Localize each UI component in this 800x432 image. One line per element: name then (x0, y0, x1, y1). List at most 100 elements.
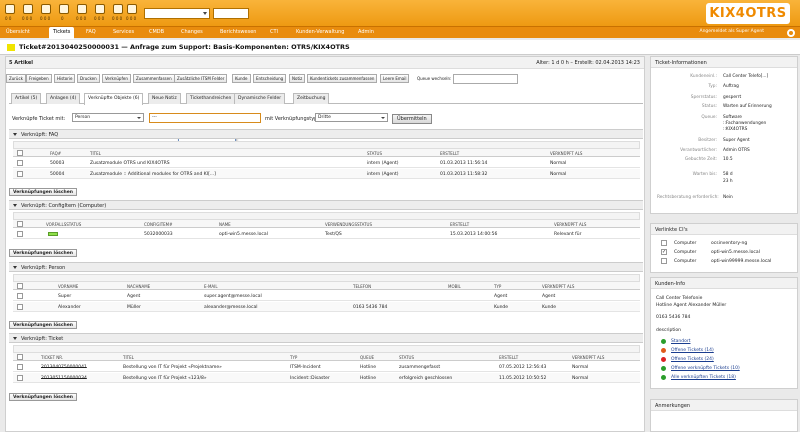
ci-name-link[interactable]: opti-win99999.messe.local (711, 259, 771, 264)
row-checkbox[interactable] (17, 160, 23, 166)
ci-name-link[interactable]: opti-win5.messe.local (711, 250, 760, 255)
locked-tickets-icon[interactable] (5, 4, 15, 14)
row-checkbox[interactable] (17, 293, 23, 299)
table-row[interactable]: 50003 Zusatzmodule OTRS und KIX4OTRS int… (13, 158, 640, 168)
nav-item-reporting[interactable]: Berichtswesen (220, 29, 256, 35)
person-email[interactable]: alexander@messe.local (204, 305, 257, 310)
person-email[interactable]: super.agent@messe.local (204, 294, 262, 299)
escalated-tickets-icon[interactable] (59, 4, 69, 14)
row-checkbox[interactable] (17, 375, 23, 381)
delete-links-button[interactable]: Verknüpfungen löschen (9, 188, 77, 196)
queue-change-select[interactable] (453, 74, 518, 84)
submit-button[interactable]: Übermitteln (392, 114, 432, 124)
table-row[interactable]: Alexander Müller alexander@messe.local 0… (13, 302, 640, 312)
release-button[interactable]: Freigeben (26, 74, 52, 83)
table-row[interactable]: 5032000033 opti-win5.messe.local Test/QS… (13, 229, 640, 239)
link-search-input[interactable]: --- (149, 113, 261, 123)
table-row[interactable]: 2013051150000034 Bestellung von IT für P… (13, 373, 640, 383)
nav-item-overview[interactable]: Übersicht (6, 29, 30, 35)
customer-link-all-linked-tickets[interactable]: Alle verknüpften Tickets (18) (671, 375, 736, 380)
info-row: Typ: Auftrag (651, 84, 797, 92)
print-button[interactable]: Drucken (77, 74, 100, 83)
faq-title-link[interactable]: Zusatzmodule :: Additional modules for O… (90, 172, 216, 177)
select-all-checkbox[interactable] (17, 283, 23, 289)
toolbar-count: 0 0 0 (76, 16, 87, 21)
responsible-tickets-icon[interactable] (41, 4, 51, 14)
section-linked-ticket[interactable]: Verknüpft: Ticket (9, 333, 643, 343)
select-all-checkbox[interactable] (17, 354, 23, 360)
history-button[interactable]: Historie (54, 74, 76, 83)
customer-link-open-tickets[interactable]: Offene Tickets (14) (671, 348, 714, 353)
note-button[interactable]: Notiz (289, 74, 306, 83)
tab-time-accounting[interactable]: Zeitbuchung (293, 93, 330, 104)
delete-links-button[interactable]: Verknüpfungen löschen (9, 249, 77, 257)
nav-item-faq[interactable]: FAQ (86, 29, 96, 35)
delete-links-button[interactable]: Verknüpfungen löschen (9, 393, 77, 401)
configitem-name-link[interactable]: opti-win5.messe.local (219, 232, 268, 237)
link-button[interactable]: Verknüpfen (102, 74, 131, 83)
link-object-select[interactable]: Person (72, 113, 144, 122)
section-linked-configitem[interactable]: Verknüpft: ConfigItem (Computer) (9, 200, 643, 210)
ci-name-link[interactable]: ocsinventory-ng (711, 241, 747, 246)
toolbar-search-input[interactable] (213, 8, 249, 19)
row-checkbox[interactable] (17, 304, 23, 310)
ticket-age: Alter: 1 d 0 h – Erstellt: 02.04.2013 14… (536, 60, 640, 66)
search-tickets-icon[interactable] (113, 4, 123, 14)
new-email-ticket-icon[interactable] (95, 4, 105, 14)
customer-link-open-tickets-2[interactable]: Offene Tickets (24) (671, 357, 714, 362)
section-linked-person[interactable]: Verknüpft: Person (9, 262, 643, 272)
ci-type: Computer (674, 241, 697, 246)
tab-ticket-handouts[interactable]: Tickethandreichen (186, 93, 236, 104)
row-checkbox[interactable] (17, 231, 23, 237)
tab-new-note[interactable]: Neue Notiz (148, 93, 181, 104)
tab-attachments[interactable]: Anlagen (4) (46, 93, 81, 104)
select-all-checkbox[interactable] (17, 221, 23, 227)
tab-articles[interactable]: Artikel (5) (11, 93, 42, 104)
faq-status: intern (Agent) (367, 172, 399, 177)
delete-links-button[interactable]: Verknüpfungen löschen (9, 321, 77, 329)
ticket-queue: Hotline (360, 376, 377, 381)
gear-icon[interactable] (787, 29, 795, 37)
table-row[interactable]: 2013040750000041 Bestellung von IT für P… (13, 362, 640, 372)
watched-tickets-icon[interactable] (23, 4, 33, 14)
tab-linked-objects[interactable]: Verknüpfte Objekte (6) (84, 93, 144, 105)
ci-checkbox[interactable] (661, 240, 667, 246)
ci-checkbox-checked[interactable]: ✓ (661, 249, 667, 255)
itsm-fields-button[interactable]: Zusätzliche ITSM Felder (174, 74, 228, 83)
nav-item-admin[interactable]: Admin (358, 29, 374, 35)
info-row: 23 h (651, 179, 797, 187)
new-phone-ticket-icon[interactable] (77, 4, 87, 14)
top-toolbar: 0 0 0 0 0 0 0 0 0 0 0 0 0 0 0 0 0 0 0 0 … (0, 0, 800, 26)
reminder-tickets-icon[interactable] (127, 4, 137, 14)
customer-button[interactable]: Kunde (232, 74, 251, 83)
merge-button[interactable]: Zusammenfassen (133, 74, 175, 83)
nav-item-cti[interactable]: CTI (270, 29, 278, 35)
column-header: STATUS (367, 151, 383, 156)
empty-email-button[interactable]: Leere Email (380, 74, 410, 83)
customer-link-open-linked-tickets[interactable]: Offene verknüpfte Tickets (10) (671, 366, 740, 371)
faq-title-link[interactable]: Zusatzmodule OTRS und KIX4OTRS (90, 161, 170, 166)
table-row[interactable]: Super Agent super.agent@messe.local Agen… (13, 291, 640, 301)
merge-customer-tickets-button[interactable]: Kundentickets zusammenfassen (307, 74, 378, 83)
nav-item-customer-admin[interactable]: Kunden-Verwaltung (296, 29, 344, 35)
row-checkbox[interactable] (17, 171, 23, 177)
section-linked-faq[interactable]: Verknüpft: FAQ (9, 129, 643, 139)
select-all-checkbox[interactable] (17, 150, 23, 156)
ticket-number-link[interactable]: 2013040750000041 (41, 365, 87, 370)
tab-dynamic-fields[interactable]: Dynamische Felder (234, 93, 286, 104)
decision-button[interactable]: Entscheidung (253, 74, 287, 83)
ci-checkbox[interactable] (661, 258, 667, 264)
toolbar-select[interactable] (144, 8, 210, 19)
table-row[interactable]: 50004 Zusatzmodule :: Additional modules… (13, 169, 640, 179)
row-checkbox[interactable] (17, 364, 23, 370)
ticket-number-link[interactable]: 2013051150000034 (41, 376, 87, 381)
customer-link-location[interactable]: Standort (671, 339, 690, 344)
nav-item-services[interactable]: Services (113, 29, 134, 35)
nav-item-tickets[interactable]: Tickets (49, 27, 75, 39)
link-type-select[interactable]: Dritte (315, 113, 388, 122)
nav-item-changes[interactable]: Changes (181, 29, 203, 35)
nav-item-cmdb[interactable]: CMDB (149, 29, 164, 35)
ticket-title: Bestellung von IT für Projekt «123/8» (123, 376, 207, 381)
info-value: ::Fachanwendungen (723, 121, 767, 126)
back-button[interactable]: Zurück (6, 74, 26, 83)
